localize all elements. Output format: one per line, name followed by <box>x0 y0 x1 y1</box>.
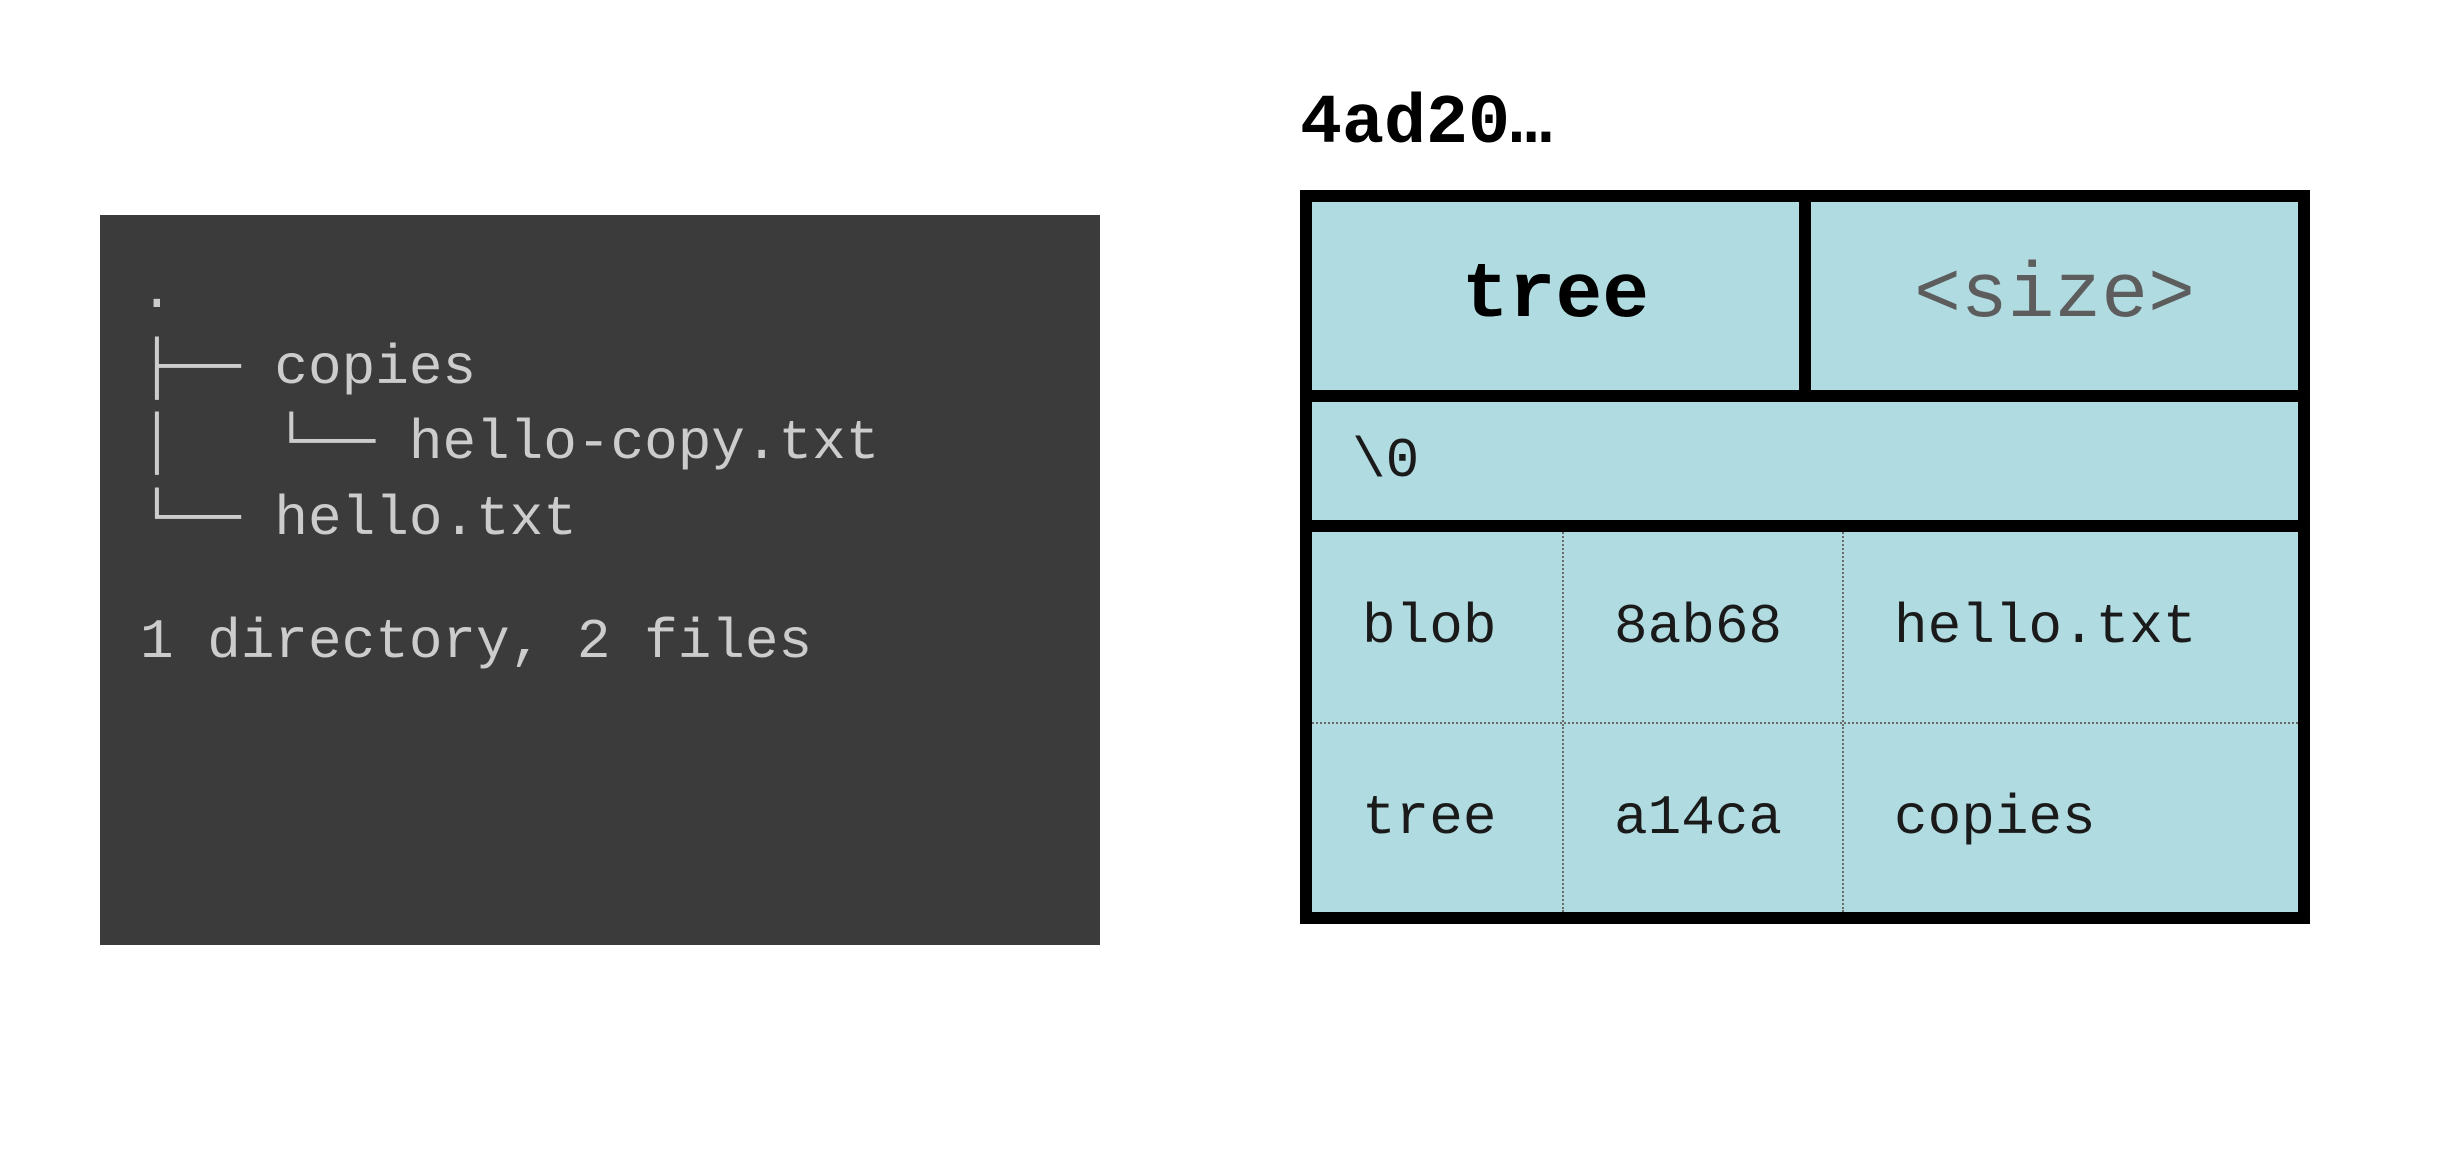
object-size: <size> <box>1811 202 2298 390</box>
object-type: tree <box>1312 202 1811 390</box>
null-terminator: \0 <box>1312 402 2298 532</box>
entry-hash: 8ab68 <box>1562 532 1842 722</box>
entry-mode: blob <box>1312 532 1562 722</box>
entry-hash: a14ca <box>1562 724 1842 912</box>
entry-mode: tree <box>1312 724 1562 912</box>
entry-name: copies <box>1842 724 2298 912</box>
tree-summary: 1 directory, 2 files <box>140 605 1060 681</box>
git-tree-object: tree <size> \0 blob 8ab68 hello.txt tree… <box>1300 190 2310 924</box>
tree-entry-row: tree a14ca copies <box>1312 722 2298 912</box>
entry-name: hello.txt <box>1842 532 2298 722</box>
git-object-hash: 4ad20… <box>1300 85 1552 164</box>
tree-entry-row: blob 8ab68 hello.txt <box>1312 532 2298 722</box>
terminal-panel: . ├── copies │ └── hello-copy.txt └── he… <box>100 215 1100 945</box>
tree-output: . ├── copies │ └── hello-copy.txt └── he… <box>140 255 1060 557</box>
tree-entries: blob 8ab68 hello.txt tree a14ca copies <box>1312 532 2298 912</box>
tree-object-header: tree <size> <box>1312 202 2298 402</box>
